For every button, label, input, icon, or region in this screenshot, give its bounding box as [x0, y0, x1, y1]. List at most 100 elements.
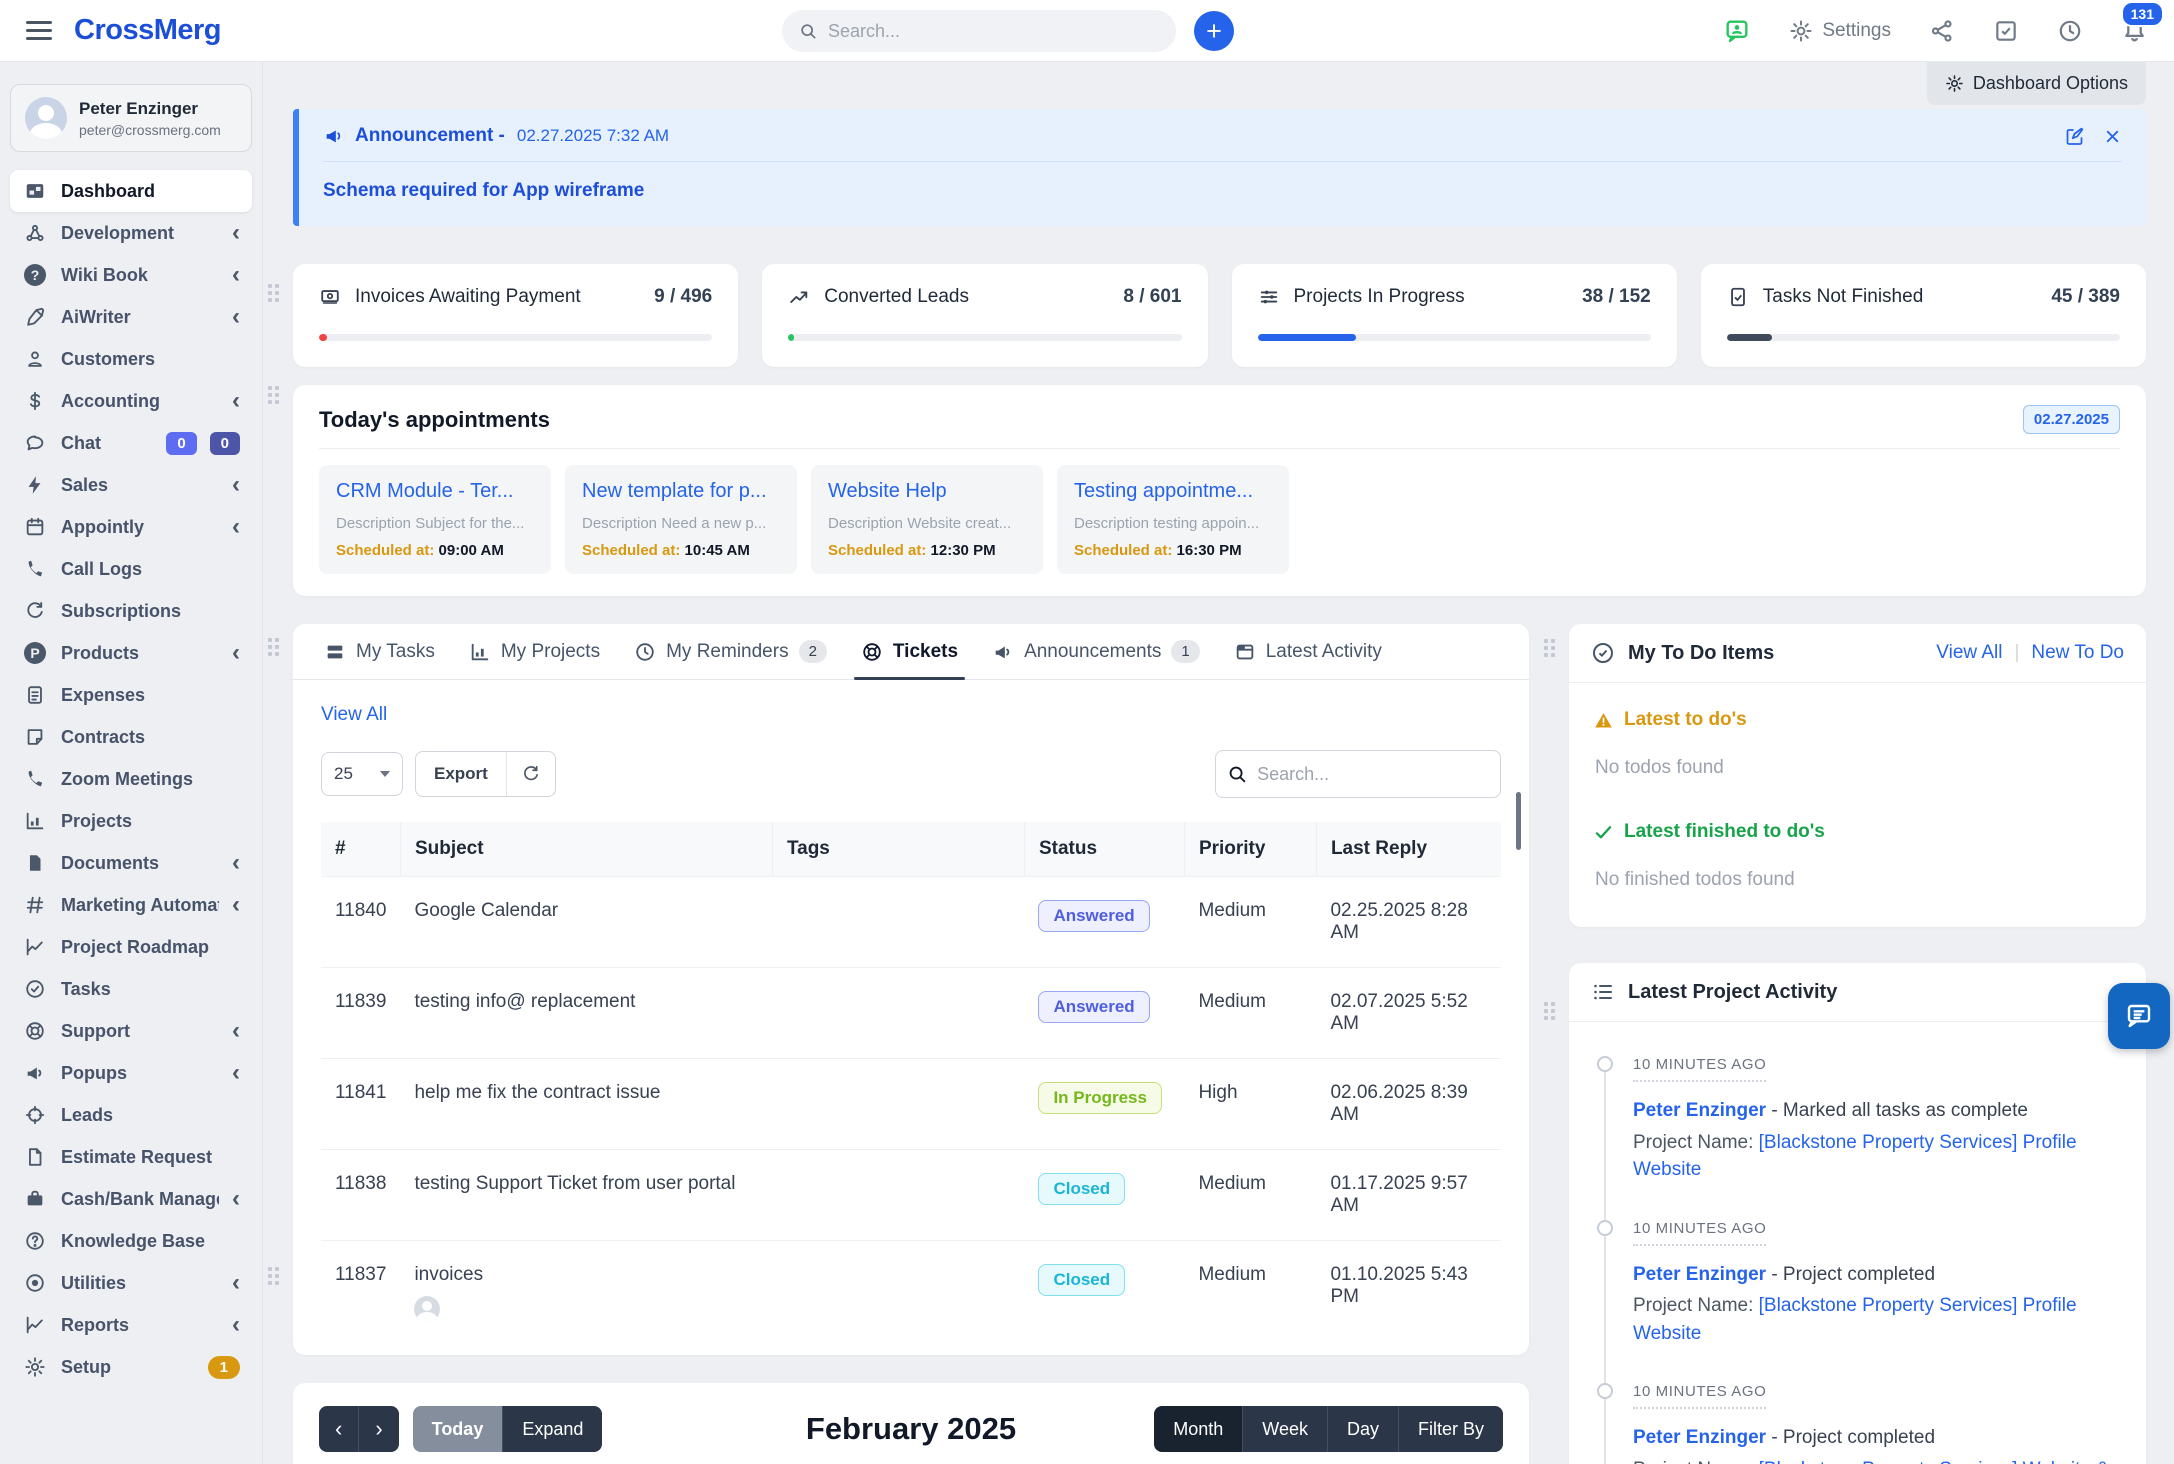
- ticket-row[interactable]: 11837invoicesClosedMedium01.10.2025 5:43…: [321, 1241, 1501, 1346]
- column-header-id[interactable]: #: [321, 822, 400, 877]
- app-logo[interactable]: CrossMerg: [74, 14, 221, 47]
- drag-handle[interactable]: [1544, 639, 1558, 661]
- column-header-subject[interactable]: Subject: [400, 822, 772, 877]
- edit-icon[interactable]: [2064, 126, 2085, 147]
- tickets-search[interactable]: [1215, 750, 1501, 798]
- calendar-expand-button[interactable]: Expand: [502, 1406, 602, 1452]
- calendar-next-button[interactable]: ›: [358, 1406, 398, 1452]
- global-search[interactable]: [782, 10, 1176, 52]
- drag-handle[interactable]: [268, 386, 282, 408]
- refresh-button[interactable]: [506, 752, 555, 796]
- sidebar-item-accounting[interactable]: Accounting‹: [10, 380, 252, 422]
- sidebar-item-aiwriter[interactable]: AiWriter‹: [10, 296, 252, 338]
- sidebar-item-cash-bank-manage[interactable]: Cash/Bank Manage‹: [10, 1178, 252, 1220]
- sidebar-item-reports[interactable]: Reports‹: [10, 1304, 252, 1346]
- ticket-subject[interactable]: Google Calendar: [400, 877, 772, 968]
- activity-project-link[interactable]: [Blackstone Property Services] Website &…: [1633, 1459, 2109, 1464]
- chat-widget-button[interactable]: [2108, 983, 2170, 1049]
- appointment-item[interactable]: Testing appointme...Description testing …: [1057, 465, 1289, 574]
- sidebar-item-contracts[interactable]: Contracts: [10, 716, 252, 758]
- todo-view-all-link[interactable]: View All: [1936, 642, 2002, 664]
- close-icon[interactable]: [2103, 126, 2122, 147]
- notifications-button[interactable]: 131: [2121, 15, 2148, 47]
- activity-user-link[interactable]: Peter Enzinger: [1633, 1427, 1766, 1448]
- tab-latest-activity[interactable]: Latest Activity: [1217, 624, 1399, 679]
- support-chat-icon[interactable]: [1723, 17, 1751, 45]
- global-search-input[interactable]: [828, 21, 1160, 42]
- sidebar-item-projects[interactable]: Projects: [10, 800, 252, 842]
- ticket-subject[interactable]: invoices: [400, 1241, 772, 1346]
- appointment-title[interactable]: New template for p...: [582, 480, 780, 503]
- appointment-title[interactable]: Website Help: [828, 480, 1026, 503]
- stat-card-invoices-awaiting-payment[interactable]: Invoices Awaiting Payment9 / 496: [293, 264, 738, 367]
- drag-handle[interactable]: [268, 1267, 282, 1289]
- sidebar-item-marketing-automation[interactable]: Marketing Automation‹: [10, 884, 252, 926]
- sidebar-item-customers[interactable]: Customers: [10, 338, 252, 380]
- activity-project-link[interactable]: [Blackstone Property Services] Profile W…: [1633, 1295, 2077, 1344]
- calendar-view-month[interactable]: Month: [1154, 1406, 1242, 1452]
- tickets-search-input[interactable]: [1257, 764, 1500, 785]
- sidebar-item-tasks[interactable]: Tasks: [10, 968, 252, 1010]
- announcement-message[interactable]: Schema required for App wireframe: [323, 180, 2122, 202]
- column-header-last-reply[interactable]: Last Reply: [1316, 822, 1501, 877]
- sidebar-item-utilities[interactable]: Utilities‹: [10, 1262, 252, 1304]
- tab-announcements[interactable]: Announcements1: [975, 624, 1217, 679]
- calendar-view-filter-by[interactable]: Filter By: [1398, 1406, 1503, 1452]
- column-header-priority[interactable]: Priority: [1184, 822, 1316, 877]
- appointment-item[interactable]: New template for p...Description Need a …: [565, 465, 797, 574]
- sidebar-item-products[interactable]: PProducts‹: [10, 632, 252, 674]
- drag-handle[interactable]: [268, 638, 282, 660]
- drag-handle[interactable]: [1544, 1002, 1558, 1024]
- sidebar-item-expenses[interactable]: Expenses: [10, 674, 252, 716]
- user-card[interactable]: Peter Enzinger peter@crossmerg.com: [10, 84, 252, 152]
- sidebar-item-knowledge-base[interactable]: Knowledge Base: [10, 1220, 252, 1262]
- calendar-view-week[interactable]: Week: [1242, 1406, 1327, 1452]
- sidebar-item-dashboard[interactable]: Dashboard: [10, 170, 252, 212]
- stat-card-tasks-not-finished[interactable]: Tasks Not Finished45 / 389: [1701, 264, 2146, 367]
- sidebar-item-project-roadmap[interactable]: Project Roadmap: [10, 926, 252, 968]
- sidebar-item-call-logs[interactable]: Call Logs: [10, 548, 252, 590]
- stat-card-converted-leads[interactable]: Converted Leads8 / 601: [762, 264, 1207, 367]
- ticket-subject[interactable]: testing info@ replacement: [400, 968, 772, 1059]
- activity-user-link[interactable]: Peter Enzinger: [1633, 1264, 1766, 1285]
- ticket-row[interactable]: 11840Google CalendarAnsweredMedium02.25.…: [321, 877, 1501, 968]
- share-icon[interactable]: [1929, 18, 1955, 44]
- sidebar-item-development[interactable]: Development‹: [10, 212, 252, 254]
- sidebar-item-appointly[interactable]: Appointly‹: [10, 506, 252, 548]
- table-scrollbar[interactable]: [1516, 792, 1521, 850]
- activity-project-link[interactable]: [Blackstone Property Services] Profile W…: [1633, 1132, 2077, 1181]
- column-header-status[interactable]: Status: [1024, 822, 1184, 877]
- appointment-item[interactable]: CRM Module - Ter...Description Subject f…: [319, 465, 551, 574]
- checkbox-icon[interactable]: [1993, 18, 2019, 44]
- sidebar-item-estimate-request[interactable]: Estimate Request: [10, 1136, 252, 1178]
- tab-my-projects[interactable]: My Projects: [452, 624, 617, 679]
- settings-button[interactable]: Settings: [1789, 19, 1891, 43]
- stat-card-projects-in-progress[interactable]: Projects In Progress38 / 152: [1232, 264, 1677, 367]
- todo-new-link[interactable]: New To Do: [2031, 642, 2124, 664]
- view-all-link[interactable]: View All: [321, 704, 387, 726]
- export-button[interactable]: Export: [416, 752, 506, 796]
- clock-icon[interactable]: [2057, 18, 2083, 44]
- appointment-item[interactable]: Website HelpDescription Website creat...…: [811, 465, 1043, 574]
- appointments-date-badge[interactable]: 02.27.2025: [2023, 405, 2120, 434]
- sidebar-item-setup[interactable]: Setup1: [10, 1346, 252, 1388]
- appointment-title[interactable]: CRM Module - Ter...: [336, 480, 534, 503]
- tab-my-reminders[interactable]: My Reminders2: [617, 624, 844, 679]
- ticket-row[interactable]: 11841help me fix the contract issueIn Pr…: [321, 1059, 1501, 1150]
- sidebar-item-documents[interactable]: Documents‹: [10, 842, 252, 884]
- ticket-row[interactable]: 11838testing Support Ticket from user po…: [321, 1150, 1501, 1241]
- create-new-button[interactable]: +: [1194, 11, 1234, 51]
- sidebar-item-zoom-meetings[interactable]: Zoom Meetings: [10, 758, 252, 800]
- dashboard-options-button[interactable]: Dashboard Options: [1927, 62, 2146, 105]
- column-header-tags[interactable]: Tags: [772, 822, 1024, 877]
- activity-user-link[interactable]: Peter Enzinger: [1633, 1100, 1766, 1121]
- sidebar-item-sales[interactable]: Sales‹: [10, 464, 252, 506]
- sidebar-item-wiki-book[interactable]: ?Wiki Book‹: [10, 254, 252, 296]
- sidebar-item-popups[interactable]: Popups‹: [10, 1052, 252, 1094]
- ticket-subject[interactable]: help me fix the contract issue: [400, 1059, 772, 1150]
- sidebar-item-chat[interactable]: Chat00: [10, 422, 252, 464]
- sidebar-item-subscriptions[interactable]: Subscriptions: [10, 590, 252, 632]
- tab-my-tasks[interactable]: My Tasks: [307, 624, 452, 679]
- ticket-row[interactable]: 11839testing info@ replacementAnsweredMe…: [321, 968, 1501, 1059]
- ticket-subject[interactable]: testing Support Ticket from user portal: [400, 1150, 772, 1241]
